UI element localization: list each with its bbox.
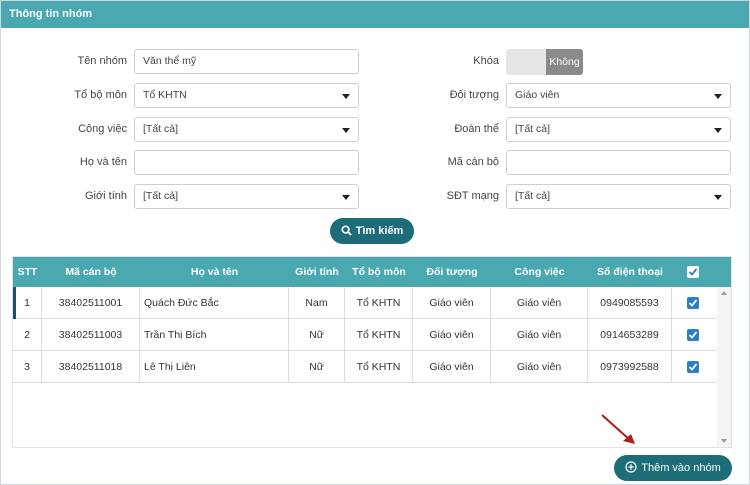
cell-cong-viec: Giáo viên <box>491 287 588 319</box>
cell-doi-tuong: Giáo viên <box>413 287 491 319</box>
to-bo-mon-label: Tổ bộ môn <box>74 89 127 101</box>
arrow-annotation-icon <box>601 414 635 444</box>
cell-gioi-tinh: Nam <box>289 287 345 319</box>
table-row[interactable]: 2 38402511003 Trần Thị Bích Nữ Tổ KHTN G… <box>13 319 717 351</box>
search-button-label: Tìm kiếm <box>355 225 404 237</box>
cell-doi-tuong: Giáo viên <box>413 351 491 383</box>
ten-nhom-label: Tên nhóm <box>77 55 127 67</box>
khoa-toggle[interactable]: Không <box>506 49 583 75</box>
cell-cong-viec: Giáo viên <box>491 319 588 351</box>
scroll-up-icon[interactable] <box>721 291 727 295</box>
doi-tuong-select[interactable]: Giáo viên <box>506 83 731 108</box>
sdt-mang-select[interactable]: [Tất cả] <box>506 184 731 209</box>
ho-va-ten-input[interactable] <box>134 150 359 175</box>
chevron-down-icon <box>342 195 350 200</box>
cong-viec-select[interactable]: [Tất cả] <box>134 117 359 142</box>
table-header: STT Mã cán bộ Họ và tên Giới tính Tổ bộ … <box>13 257 731 287</box>
doan-the-value: [Tất cả] <box>515 123 551 135</box>
row-checkbox[interactable] <box>687 361 699 373</box>
col-header-to-bo-mon: Tổ bộ môn <box>352 266 406 278</box>
cell-ma-can-bo: 38402511018 <box>42 351 140 383</box>
cell-cong-viec: Giáo viên <box>491 351 588 383</box>
col-header-gioi-tinh: Giới tính <box>295 266 339 278</box>
doi-tuong-value: Giáo viên <box>515 89 560 101</box>
chevron-down-icon <box>342 128 350 133</box>
ma-can-bo-label: Mã cán bộ <box>447 156 499 168</box>
doan-the-label: Đoàn thể <box>454 123 499 135</box>
col-header-ho-va-ten: Họ và tên <box>190 266 239 278</box>
doi-tuong-label: Đối tượng <box>449 89 499 101</box>
col-header-so-dien-thoai: Số điện thoại <box>597 266 663 278</box>
cell-stt: 2 <box>13 319 42 351</box>
gioi-tinh-select[interactable]: [Tất cả] <box>134 184 359 209</box>
add-to-group-button[interactable]: Thêm vào nhóm <box>614 455 732 481</box>
col-header-cong-viec: Công việc <box>514 266 565 278</box>
ten-nhom-input[interactable]: Văn thể mỹ <box>134 49 359 74</box>
to-bo-mon-select[interactable]: Tổ KHTN <box>134 83 359 108</box>
plus-circle-icon <box>625 461 637 473</box>
cell-ma-can-bo: 38402511001 <box>42 287 140 319</box>
check-icon <box>688 299 698 307</box>
col-header-stt: STT <box>17 266 38 278</box>
doan-the-select[interactable]: [Tất cả] <box>506 117 731 142</box>
search-icon <box>341 225 352 236</box>
row-checkbox[interactable] <box>687 329 699 341</box>
khoa-toggle-state: Không <box>546 49 583 75</box>
scroll-down-icon[interactable] <box>721 439 727 443</box>
gioi-tinh-value: [Tất cả] <box>143 190 179 202</box>
chevron-down-icon <box>342 94 350 99</box>
cell-ho-va-ten: Lê Thị Liên <box>140 351 289 383</box>
check-icon <box>688 331 698 339</box>
table-row[interactable]: 3 38402511018 Lê Thị Liên Nữ Tổ KHTN Giá… <box>13 351 717 383</box>
select-all-checkbox[interactable] <box>687 266 699 278</box>
cell-so-dien-thoai: 0973992588 <box>588 351 672 383</box>
cell-ma-can-bo: 38402511003 <box>42 319 140 351</box>
cell-to-bo-mon: Tổ KHTN <box>345 319 413 351</box>
cell-to-bo-mon: Tổ KHTN <box>345 351 413 383</box>
check-icon <box>688 268 698 276</box>
table-scrollbar[interactable] <box>717 287 731 447</box>
cell-to-bo-mon: Tổ KHTN <box>345 287 413 319</box>
search-button[interactable]: Tìm kiếm <box>330 218 414 244</box>
chevron-down-icon <box>714 128 722 133</box>
col-header-ma-can-bo: Mã cán bộ <box>65 266 117 278</box>
cell-ho-va-ten: Quách Đức Bắc <box>140 287 289 319</box>
cell-doi-tuong: Giáo viên <box>413 319 491 351</box>
sdt-mang-value: [Tất cả] <box>515 190 551 202</box>
chevron-down-icon <box>714 94 722 99</box>
row-checkbox[interactable] <box>687 297 699 309</box>
check-icon <box>688 363 698 371</box>
to-bo-mon-value: Tổ KHTN <box>143 89 187 101</box>
cell-stt: 3 <box>13 351 42 383</box>
cong-viec-label: Công việc <box>78 123 127 135</box>
group-info-panel: Thông tin nhóm Tên nhóm Văn thể mỹ Tổ bộ… <box>0 0 750 485</box>
add-to-group-label: Thêm vào nhóm <box>641 462 721 474</box>
cell-ho-va-ten: Trần Thị Bích <box>140 319 289 351</box>
gioi-tinh-label: Giới tính <box>84 190 127 202</box>
cell-gioi-tinh: Nữ <box>289 351 345 383</box>
cell-so-dien-thoai: 0949085593 <box>588 287 672 319</box>
col-header-doi-tuong: Đối tượng <box>426 266 478 278</box>
cell-so-dien-thoai: 0914653289 <box>588 319 672 351</box>
khoa-label: Khóa <box>473 55 499 67</box>
sdt-mang-label: SĐT mạng <box>446 190 499 202</box>
cell-gioi-tinh: Nữ <box>289 319 345 351</box>
cong-viec-value: [Tất cả] <box>143 123 179 135</box>
cell-stt: 1 <box>13 287 42 319</box>
ho-va-ten-label: Họ và tên <box>79 156 127 168</box>
panel-title: Thông tin nhóm <box>1 1 749 28</box>
chevron-down-icon <box>714 195 722 200</box>
table-row[interactable]: 1 38402511001 Quách Đức Bắc Nam Tổ KHTN … <box>13 287 717 319</box>
ma-can-bo-input[interactable] <box>506 150 731 175</box>
